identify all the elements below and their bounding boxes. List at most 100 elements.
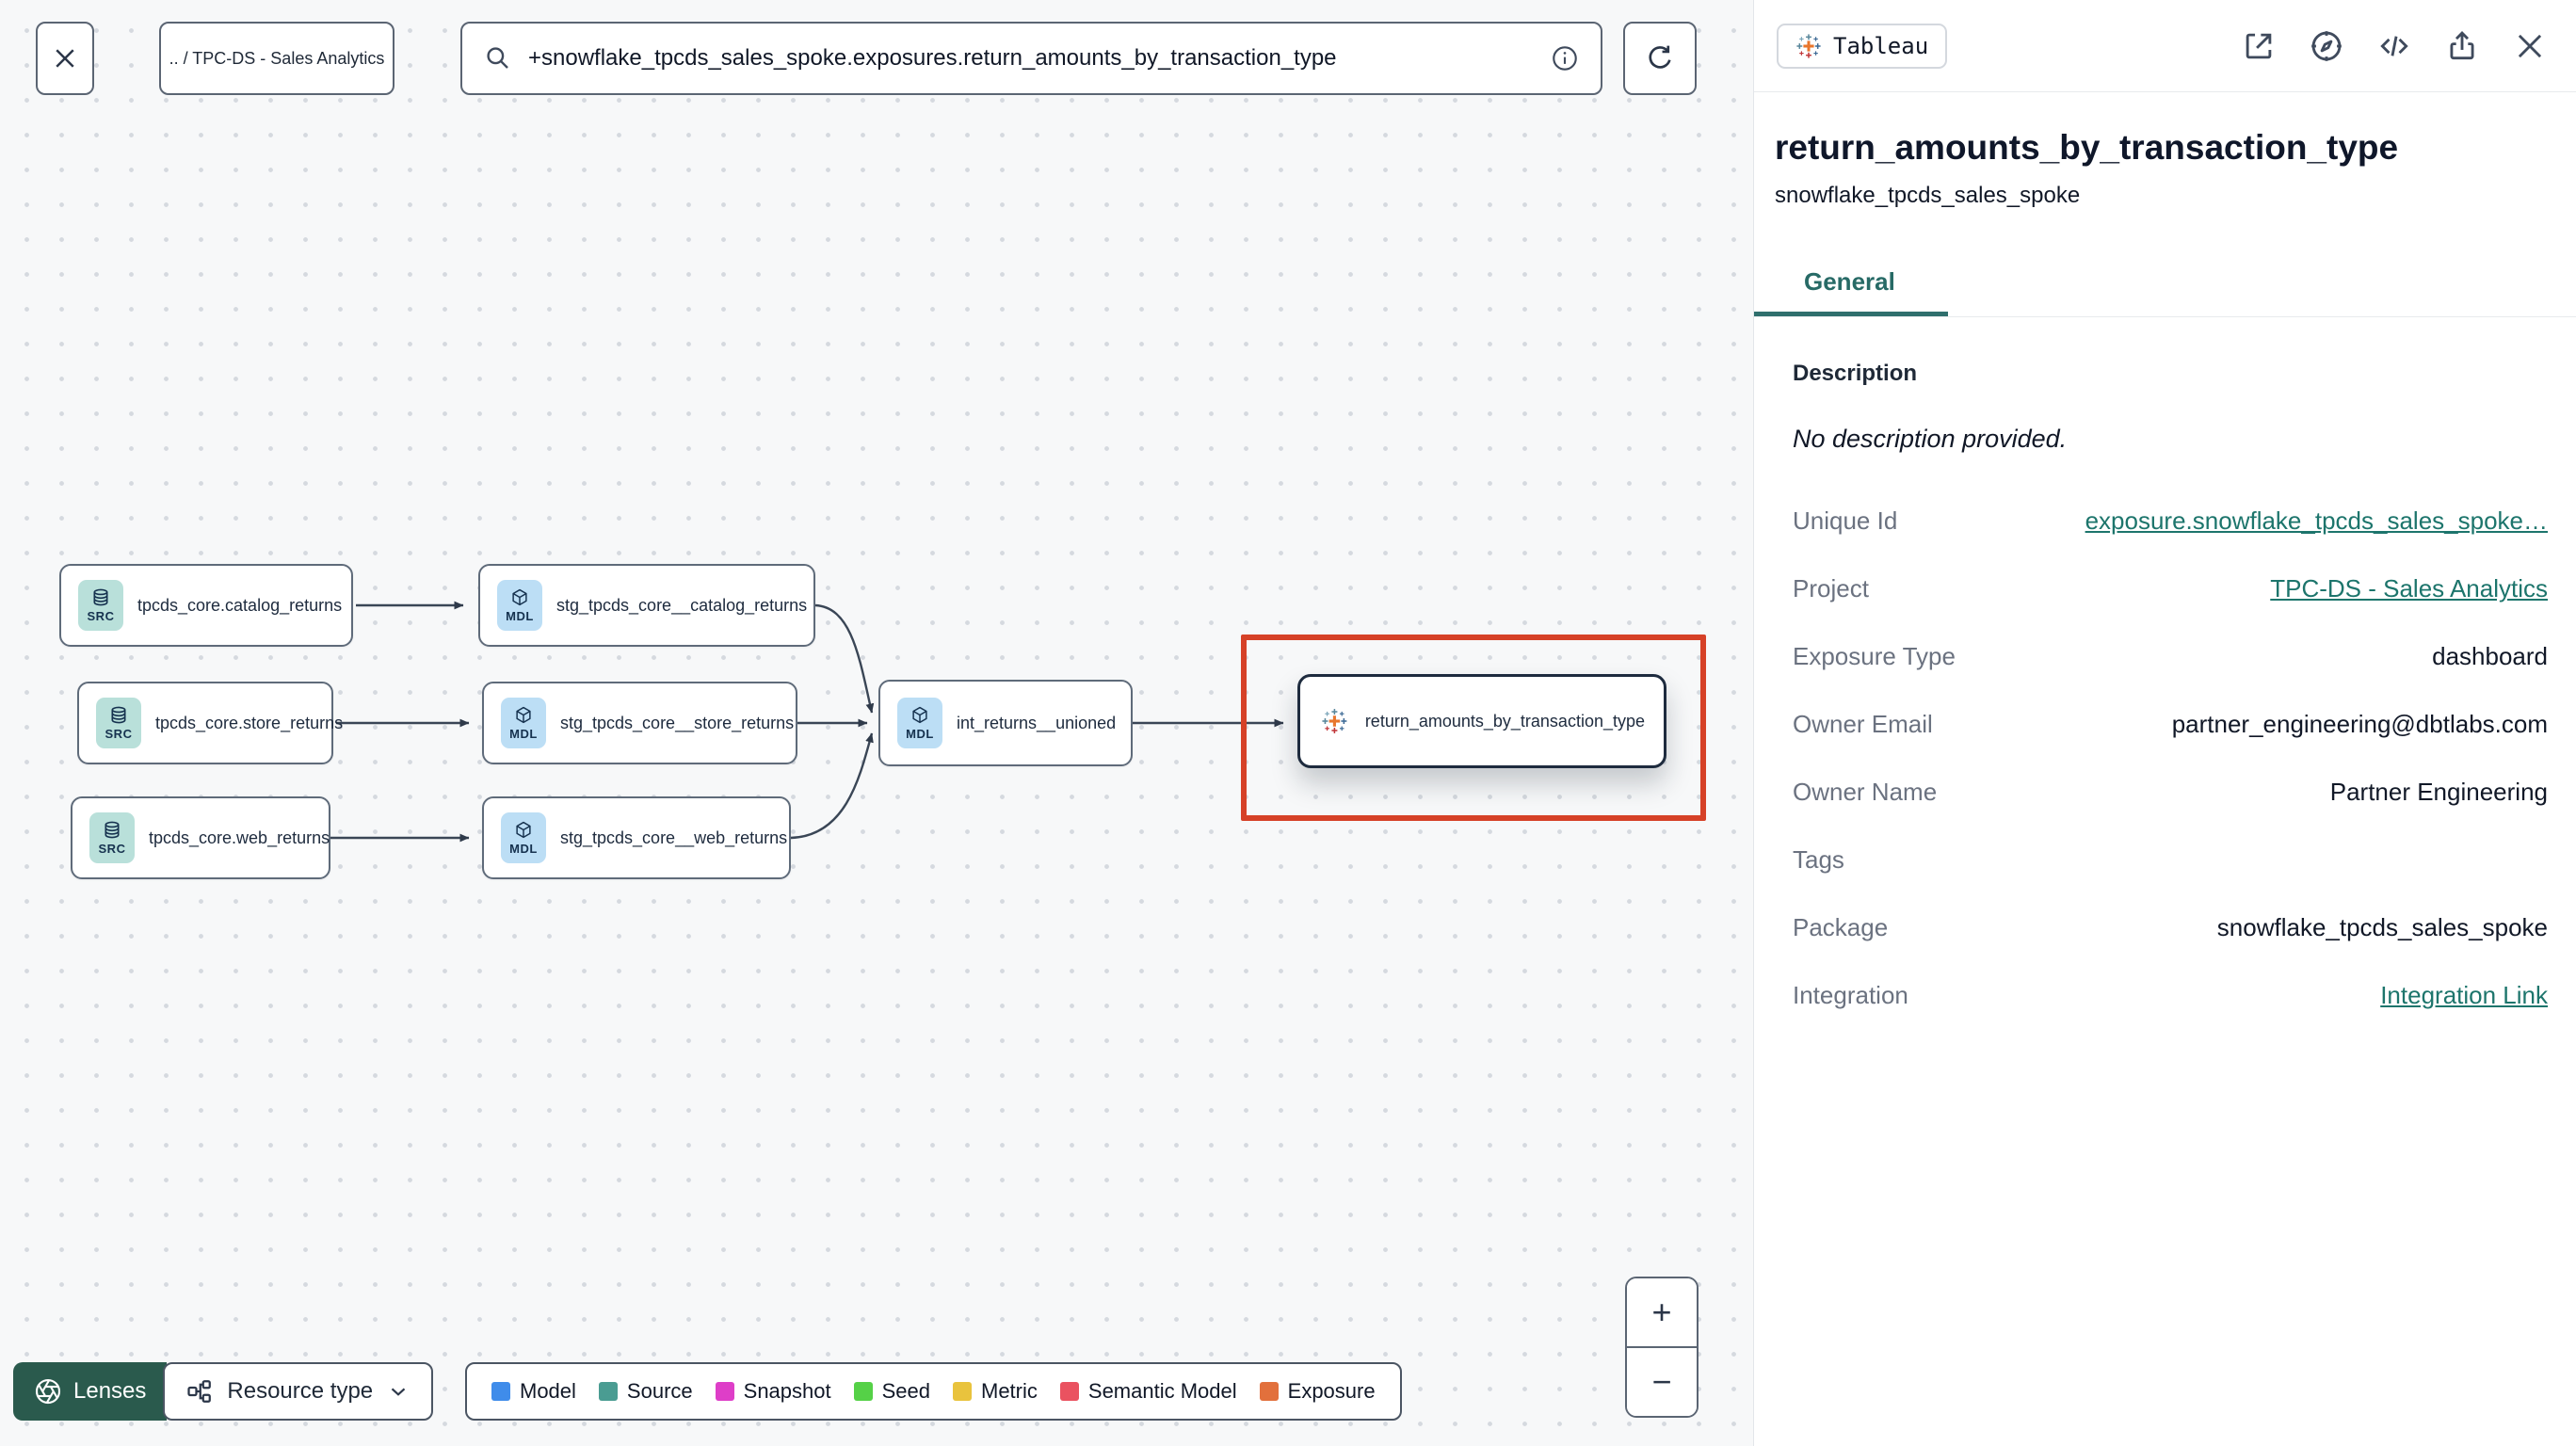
aperture-icon xyxy=(35,1378,61,1405)
node-label: tpcds_core.catalog_returns xyxy=(137,595,343,615)
node-label: int_returns__unioned xyxy=(957,713,1117,732)
legend-swatch xyxy=(1059,1382,1079,1401)
panel-tabs: General xyxy=(1754,267,2576,317)
node-label: stg_tpcds_core__catalog_returns xyxy=(556,595,808,615)
node-label: return_amounts_by_transaction_type xyxy=(1364,711,1645,731)
node-label: tpcds_core.web_returns xyxy=(149,827,330,847)
cube-icon xyxy=(912,706,927,724)
hierarchy-icon xyxy=(187,1380,212,1403)
tab-general[interactable]: General xyxy=(1754,267,1948,316)
source-node-icon: SRC xyxy=(96,698,141,748)
refresh-button[interactable] xyxy=(1623,22,1697,95)
cube-icon xyxy=(516,821,531,839)
zoom-in-button[interactable]: + xyxy=(1627,1278,1697,1348)
package-value: snowflake_tpcds_sales_spoke xyxy=(2216,913,2548,941)
zoom-out-button[interactable]: − xyxy=(1627,1348,1697,1416)
search-icon xyxy=(487,47,508,69)
graph-node-source-store-returns[interactable]: SRC tpcds_core.store_returns xyxy=(77,682,343,764)
resource-type-dropdown[interactable]: Resource type xyxy=(163,1362,434,1421)
legend-swatch xyxy=(491,1382,510,1401)
legend-item-metric: Metric xyxy=(953,1379,1038,1404)
field-row-tags: Tags xyxy=(1793,845,1844,874)
external-link-icon xyxy=(2246,33,2272,58)
close-icon xyxy=(2518,34,2542,57)
close-panel-button[interactable] xyxy=(2512,28,2548,64)
breadcrumb[interactable]: .. / TPC-DS - Sales Analytics xyxy=(159,22,394,95)
detail-panel-header: Tableau xyxy=(1754,0,2576,92)
owner-email-value: partner_engineering@dbtlabs.com xyxy=(2171,710,2548,738)
graph-node-stg-web-returns[interactable]: MDL stg_tpcds_core__web_returns xyxy=(482,796,791,879)
panel-body: Description No description provided. Uni… xyxy=(1754,317,2576,1020)
source-node-icon: SRC xyxy=(78,580,123,631)
detail-panel: Tableau return_amounts_by_transaction_ty… xyxy=(1753,0,2576,1446)
tableau-icon xyxy=(1796,33,1821,58)
graph-node-source-web-returns[interactable]: SRC tpcds_core.web_returns xyxy=(71,796,330,879)
lens-controls: Lenses Resource type xyxy=(13,1362,434,1421)
tableau-icon xyxy=(1322,709,1347,733)
share-icon xyxy=(2450,30,2474,59)
description-label: Description xyxy=(1793,361,1918,386)
share-button[interactable] xyxy=(2444,28,2480,64)
database-icon xyxy=(93,588,108,606)
unique-id-link[interactable]: exposure.snowflake_tpcds_sales_spoke… xyxy=(2085,506,2548,536)
legend-item-semantic-model: Semantic Model xyxy=(1059,1379,1237,1404)
node-label: stg_tpcds_core__web_returns xyxy=(560,827,788,847)
refresh-icon xyxy=(1649,45,1671,69)
cube-icon xyxy=(516,706,531,724)
node-label: tpcds_core.store_returns xyxy=(155,713,344,732)
lineage-canvas[interactable]: SRC tpcds_core.catalog_returns SRC tpcds… xyxy=(0,0,1753,1446)
legend-item-exposure: Exposure xyxy=(1259,1379,1376,1404)
model-node-icon: MDL xyxy=(897,698,942,748)
field-row-owner-email: Owner Email partner_engineering@dbtlabs.… xyxy=(1793,710,2548,738)
model-node-icon: MDL xyxy=(501,698,546,748)
graph-node-stg-store-returns[interactable]: MDL stg_tpcds_core__store_returns xyxy=(482,682,797,764)
lenses-button[interactable]: Lenses xyxy=(13,1362,168,1421)
exposure-type-value: dashboard xyxy=(2432,642,2548,670)
graph-node-stg-catalog-returns[interactable]: MDL stg_tpcds_core__catalog_returns xyxy=(478,564,815,647)
legend-swatch xyxy=(598,1382,618,1401)
description-value: No description provided. xyxy=(1793,425,2068,453)
legend-item-seed: Seed xyxy=(853,1379,930,1404)
open-external-button[interactable] xyxy=(2241,28,2277,64)
field-row-project: Project TPC-DS - Sales Analytics xyxy=(1793,574,2548,603)
breadcrumb-label: .. / TPC-DS - Sales Analytics xyxy=(169,48,385,68)
badge-label: Tableau xyxy=(1833,32,1929,59)
search-input[interactable] xyxy=(528,45,1535,72)
field-row-owner-name: Owner Name Partner Engineering xyxy=(1793,778,2548,806)
exposure-package-subtitle: snowflake_tpcds_sales_spoke xyxy=(1775,183,2081,208)
view-code-button[interactable] xyxy=(2376,28,2412,64)
graph-node-source-catalog-returns[interactable]: SRC tpcds_core.catalog_returns xyxy=(59,564,353,647)
owner-name-value: Partner Engineering xyxy=(2329,778,2548,806)
resource-type-label: Resource type xyxy=(227,1378,374,1404)
info-icon[interactable] xyxy=(1550,43,1580,73)
field-row-exposure-type: Exposure Type dashboard xyxy=(1793,642,2548,670)
graph-node-exposure-return-amounts[interactable]: return_amounts_by_transaction_type xyxy=(1297,674,1666,768)
resource-legend: Model Source Snapshot Seed Metric Semant… xyxy=(465,1362,1402,1421)
close-icon xyxy=(56,49,74,68)
zoom-controls: + − xyxy=(1625,1277,1699,1418)
database-icon xyxy=(105,821,120,839)
legend-swatch xyxy=(853,1382,873,1401)
project-link[interactable]: TPC-DS - Sales Analytics xyxy=(2270,574,2548,603)
model-node-icon: MDL xyxy=(501,812,546,863)
database-icon xyxy=(111,706,126,724)
chevron-down-icon xyxy=(391,1388,406,1396)
cube-icon xyxy=(512,588,527,606)
node-label: stg_tpcds_core__store_returns xyxy=(560,713,795,732)
legend-item-model: Model xyxy=(491,1379,576,1404)
source-node-icon: SRC xyxy=(89,812,135,863)
explore-button[interactable] xyxy=(2309,28,2344,64)
exposure-title: return_amounts_by_transaction_type xyxy=(1775,128,2399,167)
model-node-icon: MDL xyxy=(497,580,542,631)
integration-link[interactable]: Integration Link xyxy=(2380,981,2548,1010)
lineage-search[interactable] xyxy=(460,22,1602,95)
graph-node-int-returns-unioned[interactable]: MDL int_returns__unioned xyxy=(878,680,1133,766)
field-row-package: Package snowflake_tpcds_sales_spoke xyxy=(1793,913,2548,941)
panel-actions xyxy=(2241,28,2548,64)
close-lineage-button[interactable] xyxy=(36,22,94,95)
legend-swatch xyxy=(1259,1382,1279,1401)
lenses-label: Lenses xyxy=(73,1378,147,1404)
legend-item-source: Source xyxy=(598,1379,693,1404)
field-row-integration: Integration Integration Link xyxy=(1793,981,2548,1010)
compass-icon xyxy=(2311,30,2342,61)
